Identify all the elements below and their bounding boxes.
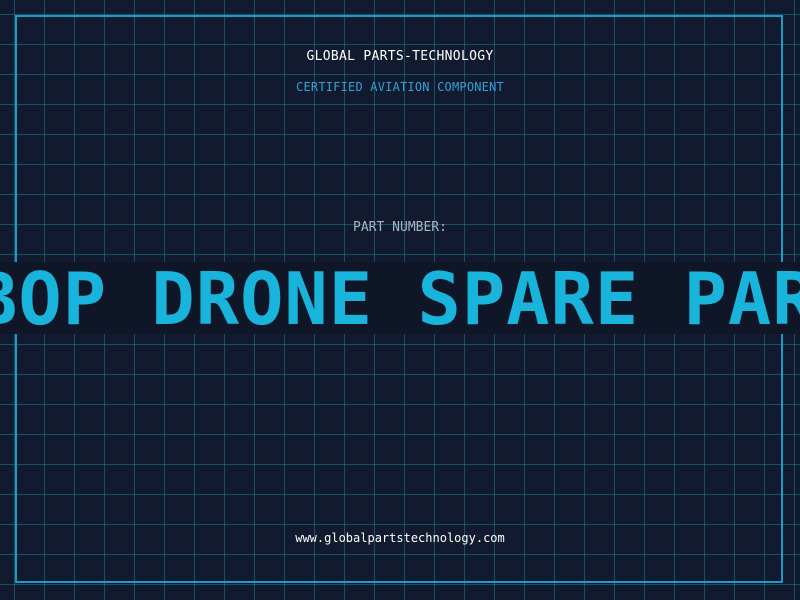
certificate-canvas: GLOBAL PARTS-TECHNOLOGY CERTIFIED AVIATI… xyxy=(0,0,800,600)
part-number-band: BOP DRONE SPARE PAR xyxy=(0,262,800,334)
website-url: www.globalpartstechnology.com xyxy=(295,531,505,545)
part-number-label: PART NUMBER: xyxy=(353,220,447,235)
certification-subtitle: CERTIFIED AVIATION COMPONENT xyxy=(296,80,504,94)
company-name: GLOBAL PARTS-TECHNOLOGY xyxy=(306,49,494,64)
part-number-value: BOP DRONE SPARE PAR xyxy=(0,262,800,334)
